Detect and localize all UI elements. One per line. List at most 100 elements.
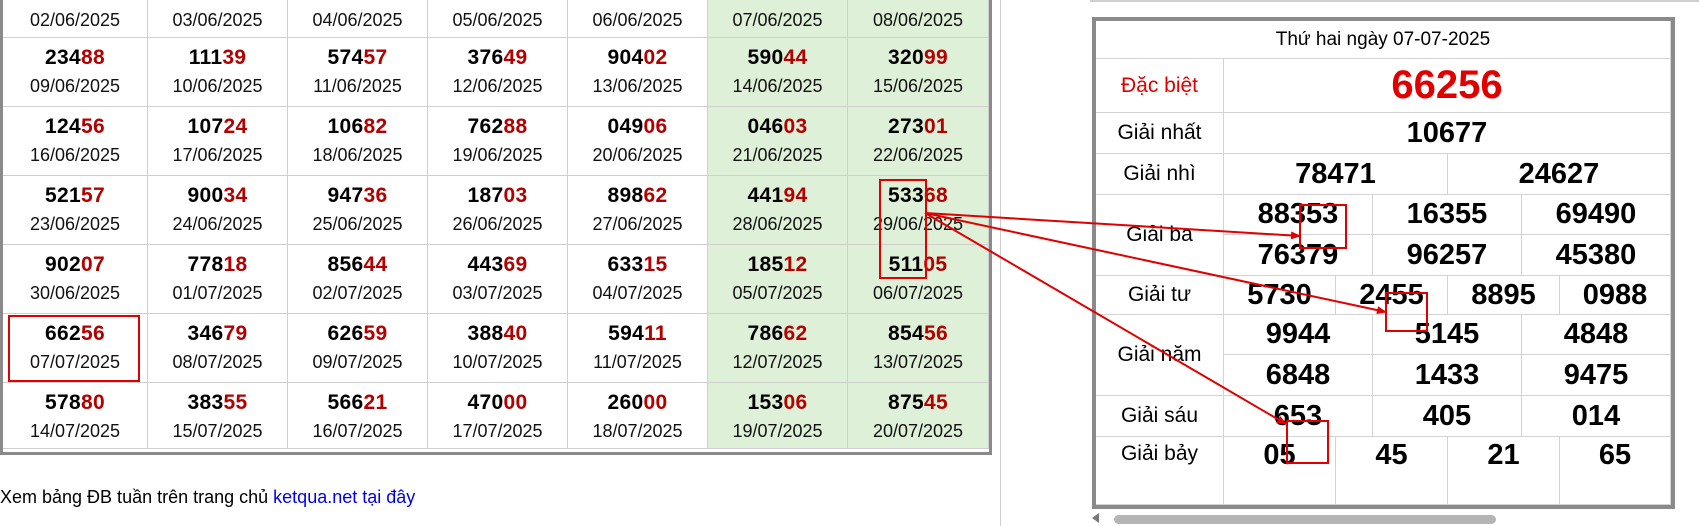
number-head: 566 [327,391,364,414]
second-prize-label: Giải nhì [1096,154,1224,195]
home-link[interactable]: ketqua.net tại đây [273,487,415,507]
special-prize-cell: 04906 20/06/2025 [568,107,708,176]
footer-text: Xem bảng ĐB tuần trên trang chủ [0,487,274,507]
header-date-cell: 05/06/2025 [428,0,568,38]
special-prize-cell: 62659 09/07/2025 [288,314,428,383]
fourth-prize-label: Giải tư [1096,276,1224,315]
number-head: 111 [188,46,223,69]
special-prize-cell: 18512 05/07/2025 [708,245,848,314]
number-head: 590 [747,46,784,69]
special-number: 32099 [848,38,988,70]
number-tail: 03 [783,115,808,138]
draw-date: 07/06/2025 [732,10,823,30]
special-number: 52157 [3,176,147,208]
number-head: 376 [467,46,504,69]
number-tail: 79 [223,322,248,345]
special-number: 04906 [568,107,707,139]
draw-date: 08/07/2025 [172,352,263,372]
number-head: 662 [45,322,81,345]
seventh-prize-value: 65 [1560,437,1671,505]
draw-date: 14/06/2025 [732,76,823,96]
number-tail: 00 [643,391,668,414]
special-prize-cell: 66256 07/07/2025 [3,314,148,383]
draw-date: 16/06/2025 [29,145,121,165]
draw-date: 17/06/2025 [172,145,263,165]
special-prize-cell: 18703 26/06/2025 [428,176,568,245]
seventh-prize-value: 05 [1224,437,1336,505]
number-tail: 88 [503,115,528,138]
seventh-prize-label: Giải bảy [1096,437,1224,505]
number-head: 124 [45,115,81,138]
draw-date: 24/06/2025 [172,214,263,234]
number-tail: 44 [363,253,388,276]
footer-note: Xem bảng ĐB tuần trên trang chủ ketqua.n… [0,486,415,508]
number-tail: 06 [783,391,808,414]
number-tail: 99 [923,46,948,69]
number-head: 594 [608,322,645,345]
special-prize-cell: 23488 09/06/2025 [3,38,148,107]
draw-date: 25/06/2025 [312,214,403,234]
number-tail: 88 [80,46,105,69]
draw-date: 05/07/2025 [732,283,823,303]
header-date-cell: 08/06/2025 [848,0,989,38]
special-prize-cell: 59044 14/06/2025 [708,38,848,107]
number-head: 107 [187,115,224,138]
number-head: 574 [327,46,364,69]
draw-date: 17/07/2025 [452,421,543,441]
fifth-prize-value: 9944 [1224,315,1373,355]
draw-date: 27/06/2025 [592,214,683,234]
special-prize-cell: 77818 01/07/2025 [148,245,288,314]
number-tail: 07 [80,253,105,276]
scrollbar-thumb[interactable] [1114,515,1496,524]
special-prize-cell: 56621 16/07/2025 [288,383,428,449]
special-number: 10724 [148,107,287,139]
seventh-prize-value: 21 [1448,437,1560,505]
number-tail: 44 [783,46,808,69]
number-head: 046 [747,115,784,138]
special-number: 89862 [568,176,707,208]
draw-date: 09/06/2025 [29,76,121,96]
number-head: 443 [467,253,504,276]
special-number: 85456 [848,314,988,346]
special-prize-cell: 10724 17/06/2025 [148,107,288,176]
draw-date: 18/06/2025 [312,145,403,165]
daily-result-table: Thứ hai ngày 07-07-2025 Đặc biệt 66256 G… [1092,17,1675,509]
special-prize-cell: 37649 12/06/2025 [428,38,568,107]
panel-top-border [1090,0,1699,2]
special-number: 47000 [428,383,567,415]
special-prize-cell: 44369 03/07/2025 [428,245,568,314]
number-tail: 55 [223,391,248,414]
special-prize-cell: 47000 17/07/2025 [428,383,568,449]
draw-date: 16/07/2025 [312,421,403,441]
number-head: 778 [187,253,224,276]
number-tail: 00 [503,391,528,414]
number-head: 578 [45,391,81,414]
number-tail: 18 [223,253,248,276]
seventh-prize-value: 45 [1336,437,1448,505]
panel-divider [1000,0,1001,526]
fourth-prize-value: 8895 [1448,276,1560,315]
draw-date: 20/07/2025 [872,421,964,441]
weekly-special-table: 02/06/2025 03/06/2025 04/06/2025 05/06/2025… [0,0,992,455]
draw-date: 26/06/2025 [452,214,543,234]
number-head: 633 [607,253,644,276]
number-tail: 62 [783,322,808,345]
draw-date: 15/06/2025 [872,76,964,96]
horizontal-scrollbar[interactable] [1092,512,1675,526]
special-number: 18512 [708,245,847,277]
special-prize-cell: 38840 10/07/2025 [428,314,568,383]
number-head: 234 [45,46,81,69]
number-tail: 06 [643,115,668,138]
draw-date: 28/06/2025 [732,214,823,234]
sixth-prize-label: Giải sáu [1096,396,1224,437]
special-prize-cell: 34679 08/07/2025 [148,314,288,383]
number-head: 388 [467,322,504,345]
special-prize-cell: 85456 13/07/2025 [848,314,989,383]
special-prize-cell: 10682 18/06/2025 [288,107,428,176]
scroll-left-arrow-icon[interactable] [1092,513,1099,523]
special-number: 90034 [148,176,287,208]
header-date-cell: 04/06/2025 [288,0,428,38]
special-number: 51105 [848,245,988,277]
special-number: 77818 [148,245,287,277]
number-tail: 94 [783,184,808,207]
